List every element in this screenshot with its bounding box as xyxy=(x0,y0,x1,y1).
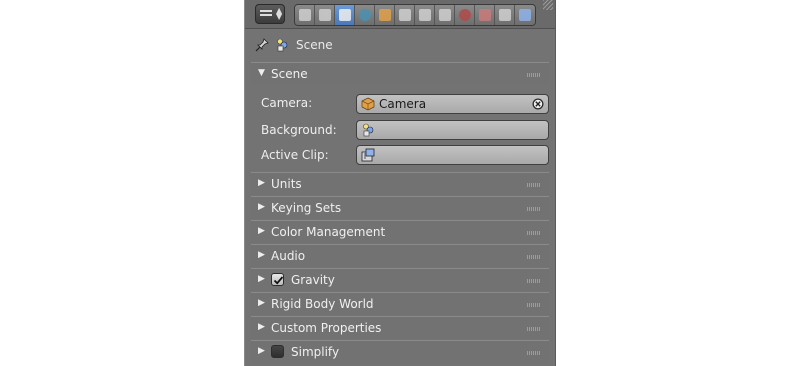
background-field[interactable] xyxy=(356,120,549,140)
triangle-right-icon: ▶ xyxy=(258,250,265,260)
properties-editor-icon xyxy=(260,10,272,12)
panel-title: Scene xyxy=(271,67,308,81)
properties-editor: ▲ ▼ Scene ▼ Scene Camera: Camera Backgro… xyxy=(244,0,556,366)
panel-enable-checkbox[interactable] xyxy=(271,345,284,358)
data-icon xyxy=(439,9,451,21)
movie-clip-icon xyxy=(361,148,375,162)
triangle-right-icon: ▶ xyxy=(258,298,265,308)
modifiers-icon xyxy=(419,9,431,21)
scene-panel-body: Camera: Camera Background: Active Clip: xyxy=(251,86,549,170)
tab-scene[interactable] xyxy=(335,5,355,25)
panel-header-color-management[interactable]: ▶ Color Management xyxy=(251,220,549,243)
camera-field[interactable]: Camera xyxy=(356,94,549,114)
tab-particles[interactable] xyxy=(495,5,515,25)
panel-title: Simplify xyxy=(291,345,340,359)
drag-grip-icon[interactable] xyxy=(527,303,541,307)
scene-icon xyxy=(363,123,374,137)
panel-title: Color Management xyxy=(271,225,386,239)
camera-label: Camera: xyxy=(261,96,313,110)
tab-modifiers[interactable] xyxy=(415,5,435,25)
physics-icon xyxy=(519,9,531,21)
tab-world[interactable] xyxy=(355,5,375,25)
context-path: Scene xyxy=(245,30,555,60)
render-icon xyxy=(299,9,311,21)
panel-header-audio[interactable]: ▶ Audio xyxy=(251,244,549,267)
triangle-right-icon: ▶ xyxy=(258,274,265,284)
world-icon xyxy=(359,9,371,21)
material-icon xyxy=(459,9,471,21)
panel-enable-checkbox[interactable] xyxy=(271,273,284,286)
pin-icon[interactable] xyxy=(255,38,269,52)
texture-icon xyxy=(479,9,491,21)
camera-value: Camera xyxy=(379,97,427,111)
panel-title: Audio xyxy=(271,249,306,263)
triangle-right-icon: ▶ xyxy=(258,202,265,212)
tab-material[interactable] xyxy=(455,5,475,25)
render-layers-icon xyxy=(319,9,331,21)
object-cube-icon xyxy=(361,97,375,111)
tab-render[interactable] xyxy=(295,5,315,25)
scene-icon xyxy=(339,9,351,21)
panel-title: Custom Properties xyxy=(271,321,382,335)
panel-header-gravity[interactable]: ▶ Gravity xyxy=(251,268,549,291)
drag-grip-icon[interactable] xyxy=(527,351,541,355)
drag-grip-icon[interactable] xyxy=(527,207,541,211)
editor-type-button[interactable]: ▲ ▼ xyxy=(255,4,285,24)
tab-physics[interactable] xyxy=(515,5,535,25)
panel-header-keying-sets[interactable]: ▶ Keying Sets xyxy=(251,196,549,219)
triangle-right-icon: ▶ xyxy=(258,322,265,332)
triangle-right-icon: ▶ xyxy=(258,346,265,356)
checkmark-icon xyxy=(273,276,284,285)
panel-header-rigid-body-world[interactable]: ▶ Rigid Body World xyxy=(251,292,549,315)
particles-icon xyxy=(499,9,511,21)
clear-x-icon[interactable] xyxy=(532,98,544,110)
tab-render-layers[interactable] xyxy=(315,5,335,25)
panel-title: Keying Sets xyxy=(271,201,342,215)
tab-constraints[interactable] xyxy=(395,5,415,25)
active-clip-field[interactable] xyxy=(356,145,549,165)
area-resize-corner[interactable] xyxy=(543,0,553,10)
chevron-updown-icon: ▲ ▼ xyxy=(276,6,283,21)
constraints-icon xyxy=(399,9,411,21)
panel-title: Units xyxy=(271,177,302,191)
drag-grip-icon[interactable] xyxy=(527,255,541,259)
panel-header-units[interactable]: ▶ Units xyxy=(251,172,549,195)
tab-object[interactable] xyxy=(375,5,395,25)
panel-header-scene[interactable]: ▼ Scene xyxy=(251,62,549,85)
tab-data[interactable] xyxy=(435,5,455,25)
triangle-right-icon: ▶ xyxy=(258,178,265,188)
panel-title: Rigid Body World xyxy=(271,297,374,311)
editor-header: ▲ ▼ xyxy=(245,0,555,29)
scene-icon xyxy=(277,38,288,52)
drag-grip-icon[interactable] xyxy=(527,73,541,77)
tab-texture[interactable] xyxy=(475,5,495,25)
drag-grip-icon[interactable] xyxy=(527,279,541,283)
drag-grip-icon[interactable] xyxy=(527,183,541,187)
background-label: Background: xyxy=(261,123,337,137)
panel-header-custom-properties[interactable]: ▶ Custom Properties xyxy=(251,316,549,339)
active-clip-label: Active Clip: xyxy=(261,148,329,162)
drag-grip-icon[interactable] xyxy=(527,231,541,235)
object-icon xyxy=(379,9,391,21)
triangle-down-icon: ▼ xyxy=(258,68,265,78)
panel-header-simplify[interactable]: ▶ Simplify xyxy=(251,340,549,363)
context-path-label: Scene xyxy=(296,38,333,52)
panel-title: Gravity xyxy=(291,273,335,287)
drag-grip-icon[interactable] xyxy=(527,327,541,331)
triangle-right-icon: ▶ xyxy=(258,226,265,236)
context-tabs xyxy=(294,4,536,26)
